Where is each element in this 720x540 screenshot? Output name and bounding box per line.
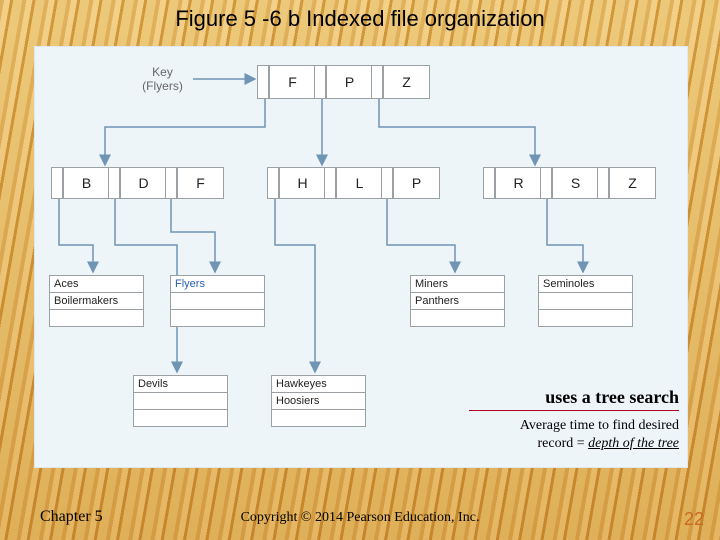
note-line-2: Average time to find desired record = de… bbox=[469, 417, 679, 452]
leaf-miners: Miners Panthers bbox=[410, 275, 505, 327]
root-cell-2: Z bbox=[383, 65, 430, 99]
g1-cell-1: L bbox=[336, 167, 383, 199]
g2-cell-2: Z bbox=[609, 167, 656, 199]
footer-center: Copyright © 2014 Pearson Education, Inc. bbox=[0, 510, 720, 526]
root-cell-1: P bbox=[326, 65, 373, 99]
g0-ptr-2 bbox=[165, 167, 177, 199]
leaf-hawkeyes: Hawkeyes Hoosiers bbox=[271, 375, 366, 427]
leaf-cell bbox=[134, 410, 228, 427]
leaf-cell: Flyers bbox=[171, 276, 265, 293]
g2-ptr-0 bbox=[483, 167, 495, 199]
note-line-2b: record = bbox=[538, 436, 589, 451]
leaf-cell: Boilermakers bbox=[50, 293, 144, 310]
g1-cell-0: H bbox=[279, 167, 326, 199]
note-depth: depth of the tree bbox=[588, 436, 679, 451]
g0-ptr-1 bbox=[108, 167, 120, 199]
leaf-cell: Hawkeyes bbox=[272, 376, 366, 393]
g0-cell-1: D bbox=[120, 167, 167, 199]
key-label-line1: Key bbox=[152, 65, 173, 79]
key-label-line2: (Flyers) bbox=[142, 79, 183, 93]
leaf-cell bbox=[539, 293, 633, 310]
leaf-aces: Aces Boilermakers bbox=[49, 275, 144, 327]
leaf-cell bbox=[50, 310, 144, 327]
note-line-1: uses a tree search bbox=[469, 387, 679, 411]
note-line-2a: Average time to find desired bbox=[520, 418, 679, 433]
leaf-cell: Hoosiers bbox=[272, 393, 366, 410]
root-ptr-2 bbox=[371, 65, 383, 99]
g0-cell-2: F bbox=[177, 167, 224, 199]
key-label: Key (Flyers) bbox=[135, 65, 190, 94]
page-title: Figure 5 -6 b Indexed file organization bbox=[0, 6, 720, 32]
note-box: uses a tree search Average time to find … bbox=[469, 387, 679, 452]
leaf-devils: Devils bbox=[133, 375, 228, 427]
root-cell-0: F bbox=[269, 65, 316, 99]
g2-cell-0: R bbox=[495, 167, 542, 199]
leaf-cell: Miners bbox=[411, 276, 505, 293]
g0-cell-0: B bbox=[63, 167, 110, 199]
leaf-cell bbox=[171, 310, 265, 327]
leaf-cell: Seminoles bbox=[539, 276, 633, 293]
leaf-cell bbox=[539, 310, 633, 327]
leaf-cell bbox=[411, 310, 505, 327]
root-ptr-0 bbox=[257, 65, 269, 99]
g1-cell-2: P bbox=[393, 167, 440, 199]
leaf-cell: Panthers bbox=[411, 293, 505, 310]
g1-ptr-0 bbox=[267, 167, 279, 199]
g2-ptr-1 bbox=[540, 167, 552, 199]
leaf-cell bbox=[171, 293, 265, 310]
leaf-cell bbox=[134, 393, 228, 410]
g1-ptr-1 bbox=[324, 167, 336, 199]
leaf-cell bbox=[272, 410, 366, 427]
g0-ptr-0 bbox=[51, 167, 63, 199]
g2-ptr-2 bbox=[597, 167, 609, 199]
diagram: Key (Flyers) F P Z B D F H L P R S Z Ace… bbox=[34, 46, 688, 468]
root-ptr-1 bbox=[314, 65, 326, 99]
g1-ptr-2 bbox=[381, 167, 393, 199]
g2-cell-1: S bbox=[552, 167, 599, 199]
leaf-seminoles: Seminoles bbox=[538, 275, 633, 327]
leaf-cell: Aces bbox=[50, 276, 144, 293]
leaf-cell: Devils bbox=[134, 376, 228, 393]
leaf-flyers: Flyers bbox=[170, 275, 265, 327]
footer-right: 22 bbox=[684, 509, 704, 530]
